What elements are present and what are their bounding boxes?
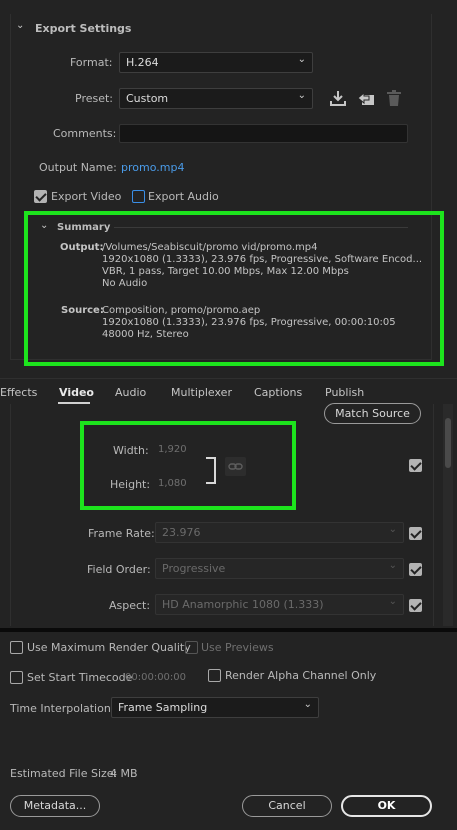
time-interpolation-label: Time Interpolation: xyxy=(10,702,115,715)
chevron-down-icon: ⌄ xyxy=(388,524,397,535)
summary-source-line: Composition, promo/promo.aep xyxy=(102,305,261,316)
preset-label: Preset: xyxy=(75,92,114,105)
width-value[interactable]: 1,920 xyxy=(158,444,187,455)
chevron-down-icon: ⌄ xyxy=(297,90,306,101)
link-bracket xyxy=(206,457,216,484)
set-start-timecode-checkbox[interactable] xyxy=(10,671,23,684)
tab-effects[interactable]: Effects xyxy=(0,386,37,399)
preset-value: Custom xyxy=(126,92,169,105)
estimated-size-value: 4 MB xyxy=(110,767,138,780)
export-video-checkbox[interactable] xyxy=(34,190,47,203)
tab-captions[interactable]: Captions xyxy=(254,386,302,399)
tab-audio[interactable]: Audio xyxy=(115,386,146,399)
summary-output-line: VBR, 1 pass, Target 10.00 Mbps, Max 12.0… xyxy=(102,266,349,277)
summary-output-key: Output: xyxy=(60,242,104,253)
trash-icon xyxy=(387,90,401,106)
frame-rate-dropdown[interactable]: 23.976 ⌄ xyxy=(155,522,404,543)
metadata-button[interactable]: Metadata... xyxy=(10,795,100,817)
link-icon[interactable] xyxy=(225,457,246,476)
match-source-button[interactable]: Match Source xyxy=(324,403,421,424)
export-settings-header: Export Settings xyxy=(35,22,132,35)
height-value[interactable]: 1,080 xyxy=(158,478,187,489)
save-preset-icon[interactable] xyxy=(357,89,377,107)
format-dropdown[interactable]: H.264 ⌄ xyxy=(119,52,313,73)
chevron-down-icon: ⌄ xyxy=(297,54,306,65)
summary-divider xyxy=(114,227,408,228)
tab-bar-divider xyxy=(0,378,457,379)
frame-rate-value: 23.976 xyxy=(162,526,201,539)
export-video-label: Export Video xyxy=(51,190,122,203)
render-alpha-label: Render Alpha Channel Only xyxy=(225,669,377,682)
match-frame-rate-checkbox[interactable] xyxy=(409,527,422,540)
summary-source-line: 1920x1080 (1.3333), 23.976 fps, Progress… xyxy=(102,317,396,328)
set-start-timecode-label: Set Start Timecode xyxy=(27,671,133,684)
summary-source-line: 48000 Hz, Stereo xyxy=(102,329,189,340)
summary-output-line: 1920x1080 (1.3333), 23.976 fps, Progress… xyxy=(102,254,423,265)
summary-output-details: /Volumes/Seabiscuit/promo vid/promo.mp4 … xyxy=(102,242,422,290)
export-audio-checkbox[interactable] xyxy=(132,190,145,203)
summary-source-key: Source: xyxy=(61,305,104,316)
time-interpolation-dropdown[interactable]: Frame Sampling ⌄ xyxy=(111,697,319,718)
aspect-label: Aspect: xyxy=(109,599,151,612)
use-previews-label: Use Previews xyxy=(201,641,274,654)
dimensions-highlight-box xyxy=(80,421,296,510)
tab-publish[interactable]: Publish xyxy=(325,386,364,399)
max-render-quality-checkbox[interactable] xyxy=(10,641,23,654)
field-order-label: Field Order: xyxy=(87,563,151,576)
aspect-dropdown[interactable]: HD Anamorphic 1080 (1.333) ⌄ xyxy=(155,594,404,615)
match-dimensions-checkbox[interactable] xyxy=(409,459,422,472)
aspect-value: HD Anamorphic 1080 (1.333) xyxy=(162,598,324,611)
ok-button[interactable]: OK xyxy=(341,795,432,817)
field-order-dropdown[interactable]: Progressive ⌄ xyxy=(155,558,404,579)
cancel-button[interactable]: Cancel xyxy=(242,795,332,817)
summary-source-details: Composition, promo/promo.aep 1920x1080 (… xyxy=(102,305,396,341)
scrollbar-thumb[interactable] xyxy=(445,418,451,468)
comments-input[interactable] xyxy=(119,124,408,143)
format-label: Format: xyxy=(70,56,113,69)
max-render-quality-label: Use Maximum Render Quality xyxy=(27,641,191,654)
width-label: Width: xyxy=(113,444,149,457)
start-timecode-value: 00:00:00:00 xyxy=(125,672,187,683)
time-interpolation-value: Frame Sampling xyxy=(118,701,208,714)
comments-label: Comments: xyxy=(53,127,117,140)
output-name-link[interactable]: promo.mp4 xyxy=(121,161,184,174)
height-label: Height: xyxy=(110,478,151,491)
summary-output-line: /Volumes/Seabiscuit/promo vid/promo.mp4 xyxy=(102,242,318,253)
frame-rate-label: Frame Rate: xyxy=(88,527,155,540)
section-divider xyxy=(0,628,457,632)
chevron-down-icon: ⌄ xyxy=(388,596,397,607)
collapse-export-settings-icon[interactable]: ⌄ xyxy=(16,20,24,31)
preset-dropdown[interactable]: Custom ⌄ xyxy=(119,88,313,109)
summary-header: Summary xyxy=(57,222,111,233)
summary-output-line: No Audio xyxy=(102,278,148,289)
chevron-down-icon: ⌄ xyxy=(303,699,312,710)
field-order-value: Progressive xyxy=(162,562,226,575)
use-previews-checkbox xyxy=(185,641,198,654)
tab-video[interactable]: Video xyxy=(59,386,94,399)
output-name-label: Output Name: xyxy=(39,161,117,174)
match-field-order-checkbox[interactable] xyxy=(409,563,422,576)
render-alpha-checkbox[interactable] xyxy=(208,669,221,682)
collapse-summary-icon[interactable]: ⌄ xyxy=(40,220,48,231)
format-value: H.264 xyxy=(126,56,159,69)
export-audio-label: Export Audio xyxy=(148,190,219,203)
match-aspect-checkbox[interactable] xyxy=(409,599,422,612)
chevron-down-icon: ⌄ xyxy=(388,560,397,571)
tab-multiplexer[interactable]: Multiplexer xyxy=(171,386,232,399)
estimated-size-label: Estimated File Size: xyxy=(10,767,118,780)
import-preset-icon[interactable] xyxy=(329,89,347,107)
